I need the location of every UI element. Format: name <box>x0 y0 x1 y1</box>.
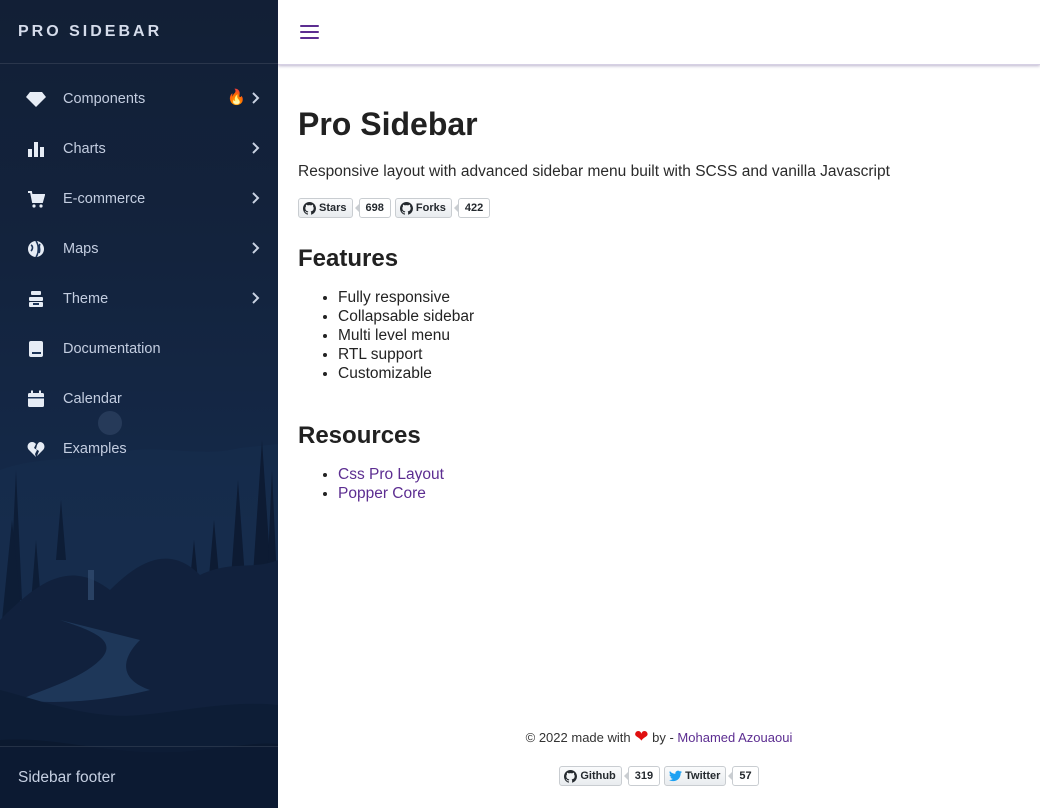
sidebar-item-label: Examples <box>63 441 127 457</box>
footer-badges: Github 319 Twitter 57 <box>278 766 1040 786</box>
diamond-icon <box>26 89 46 109</box>
page-title: Pro Sidebar <box>298 106 478 142</box>
calendar-icon <box>26 389 46 409</box>
list-item: Collapsable sidebar <box>338 307 1018 326</box>
resources-heading: Resources <box>298 422 421 449</box>
github-badges: Stars 698 Forks 422 <box>298 198 1018 218</box>
sidebar-item-calendar[interactable]: Calendar <box>0 374 278 424</box>
forks-button[interactable]: Forks <box>394 198 452 218</box>
list-item: Popper Core <box>338 484 1018 503</box>
chevron-right-icon <box>252 292 260 304</box>
twitter-follow-button[interactable]: Twitter <box>664 766 727 786</box>
sidebar-item-label: Maps <box>63 241 99 257</box>
github-label: Github <box>580 770 616 782</box>
forks-count[interactable]: 422 <box>453 198 491 218</box>
bar-chart-icon <box>26 139 46 159</box>
sidebar: PRO SIDEBAR Components 🔥 Charts E-commer… <box>0 0 278 808</box>
main-content: Pro Sidebar Responsive layout with advan… <box>298 66 1018 503</box>
sidebar-item-label: Components <box>63 91 146 107</box>
chevron-right-icon <box>252 242 260 254</box>
footer-by: by - <box>652 730 674 745</box>
sidebar-item-label: E-commerce <box>63 191 146 207</box>
globe-icon <box>26 239 46 259</box>
sidebar-footer: Sidebar footer <box>0 746 278 808</box>
github-icon <box>399 201 413 215</box>
resources-list: Css Pro Layout Popper Core <box>298 465 1018 503</box>
list-item: Multi level menu <box>338 326 1018 345</box>
resource-link-popper-core[interactable]: Popper Core <box>338 485 426 502</box>
intro-text: Responsive layout with advanced sidebar … <box>298 163 890 180</box>
chevron-right-icon <box>252 142 260 154</box>
twitter-count[interactable]: 57 <box>728 766 759 786</box>
heart-broken-icon <box>26 439 46 459</box>
stars-label: Stars <box>319 202 347 214</box>
github-follow-button[interactable]: Github <box>559 766 622 786</box>
sidebar-item-label: Theme <box>63 291 109 307</box>
brand-title: PRO SIDEBAR <box>18 22 163 40</box>
sidebar-item-charts[interactable]: Charts <box>0 124 278 174</box>
stars-count[interactable]: 698 <box>354 198 391 218</box>
sidebar-header: PRO SIDEBAR <box>0 0 278 64</box>
features-heading: Features <box>298 245 399 272</box>
sidebar-item-maps[interactable]: Maps <box>0 224 278 274</box>
paint-roller-icon <box>26 289 46 309</box>
sidebar-item-documentation[interactable]: Documentation <box>0 324 278 374</box>
sidebar-menu: Components 🔥 Charts E-commerce Maps Them… <box>0 74 278 474</box>
sidebar-item-ecommerce[interactable]: E-commerce <box>0 174 278 224</box>
list-item: Css Pro Layout <box>338 465 1018 484</box>
forks-label: Forks <box>415 202 446 214</box>
github-count[interactable]: 319 <box>623 766 661 786</box>
author-link[interactable]: Mohamed Azouaoui <box>677 730 792 745</box>
chevron-right-icon <box>252 192 260 204</box>
topbar <box>278 0 1040 65</box>
resource-link-css-pro-layout[interactable]: Css Pro Layout <box>338 466 444 483</box>
github-icon <box>564 769 578 783</box>
shopping-cart-icon <box>26 189 46 209</box>
sidebar-item-label: Calendar <box>63 391 122 407</box>
footer-prefix: © 2022 made with <box>525 730 631 745</box>
sidebar-footer-text: Sidebar footer <box>18 768 116 786</box>
github-icon <box>303 201 316 215</box>
fire-badge-icon: 🔥 <box>227 89 246 106</box>
sidebar-item-label: Charts <box>63 141 106 157</box>
chevron-right-icon <box>252 92 260 104</box>
twitter-label: Twitter <box>685 770 721 782</box>
features-list: Fully responsive Collapsable sidebar Mul… <box>298 288 1018 383</box>
sidebar-item-theme[interactable]: Theme <box>0 274 278 324</box>
heart-icon: ❤ <box>634 727 649 746</box>
book-icon <box>26 339 46 359</box>
hamburger-icon[interactable] <box>300 22 320 42</box>
twitter-icon <box>669 770 683 782</box>
sidebar-item-label: Documentation <box>63 341 161 357</box>
list-item: Fully responsive <box>338 288 1018 307</box>
list-item: Customizable <box>338 364 1018 383</box>
footer-credit: © 2022 made with ❤ by - Mohamed Azouaoui <box>278 726 1040 748</box>
sidebar-item-examples[interactable]: Examples <box>0 424 278 474</box>
list-item: RTL support <box>338 345 1018 364</box>
stars-button[interactable]: Stars <box>298 198 353 218</box>
sidebar-item-components[interactable]: Components 🔥 <box>0 74 278 124</box>
page-footer: © 2022 made with ❤ by - Mohamed Azouaoui… <box>278 726 1040 786</box>
